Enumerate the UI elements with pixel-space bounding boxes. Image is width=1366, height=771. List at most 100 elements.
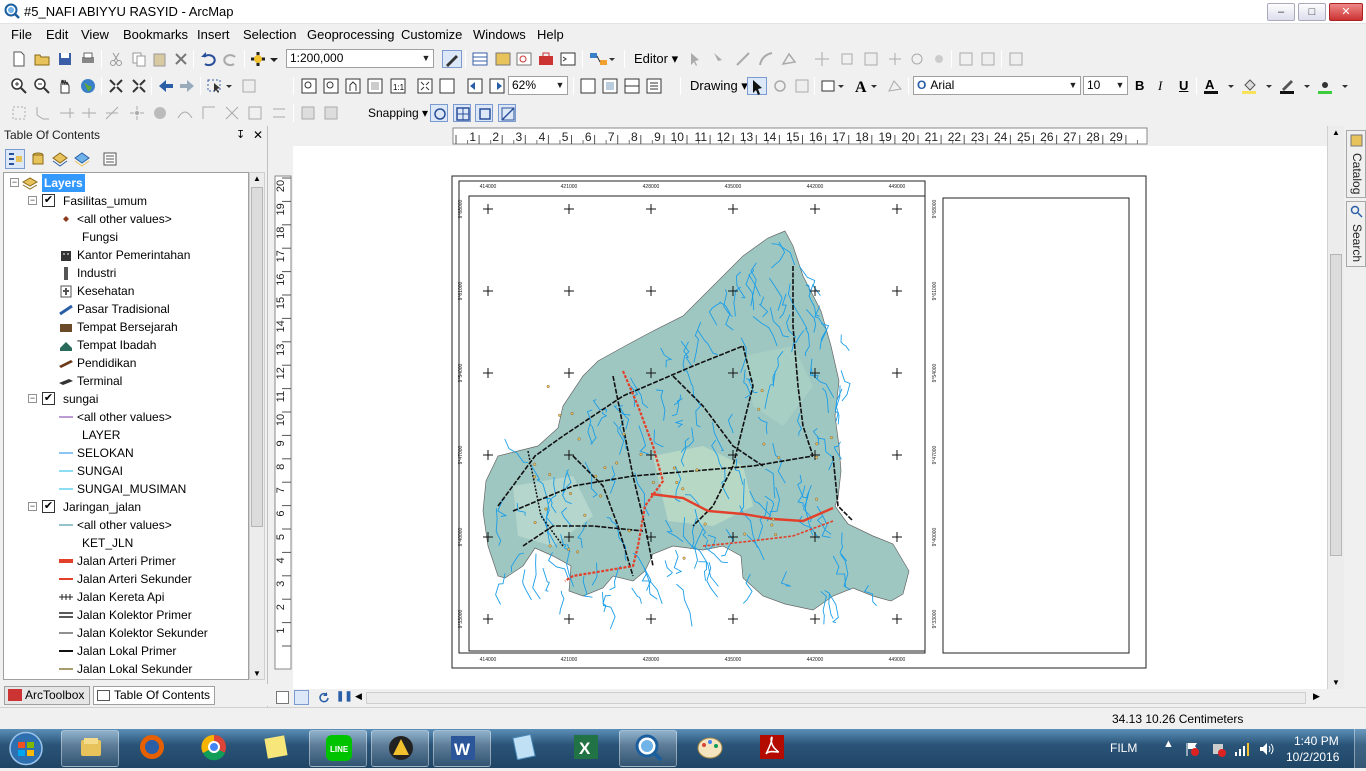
split-tool-icon[interactable] bbox=[813, 50, 831, 68]
editor-menu[interactable]: Editor ▾ bbox=[634, 51, 678, 67]
show-hidden-icons-icon[interactable]: ▲ bbox=[1163, 738, 1174, 750]
clock-time[interactable]: 1:40 PM bbox=[1294, 734, 1339, 748]
zoom-percent-combo[interactable]: 62% ▼ bbox=[508, 76, 568, 95]
cut-icon[interactable] bbox=[107, 50, 125, 68]
undo-icon[interactable] bbox=[199, 50, 217, 68]
toc-row[interactable]: Pendidikan bbox=[4, 354, 248, 372]
menu-customize[interactable]: Customize bbox=[401, 27, 462, 42]
toc-close-icon[interactable]: ✕ bbox=[253, 128, 263, 142]
point-snapping-icon[interactable] bbox=[430, 104, 448, 122]
clear-selection-icon[interactable] bbox=[240, 77, 258, 95]
fixed-zoom-in-layout-icon[interactable] bbox=[416, 77, 434, 95]
print-icon[interactable] bbox=[79, 50, 97, 68]
edit-annotation-icon[interactable] bbox=[709, 50, 727, 68]
menu-windows[interactable]: Windows bbox=[473, 27, 526, 42]
georeferencing-icon[interactable] bbox=[957, 50, 975, 68]
taskbar-app-explorer[interactable] bbox=[61, 730, 119, 767]
toc-row[interactable]: Industri bbox=[4, 264, 248, 282]
toc-row[interactable]: SUNGAI bbox=[4, 462, 248, 480]
data-driven-pages-icon[interactable] bbox=[645, 77, 663, 95]
toc-row[interactable]: Jalan Arteri Primer bbox=[4, 552, 248, 570]
zoom-selected-elements-icon[interactable] bbox=[793, 77, 811, 95]
collapse-toggle-icon[interactable]: − bbox=[28, 394, 37, 403]
generalize-icon[interactable] bbox=[151, 104, 169, 122]
scroll-down-icon[interactable]: ▼ bbox=[253, 669, 261, 678]
collapse-toggle-icon[interactable]: − bbox=[28, 502, 37, 511]
clock-date[interactable]: 10/2/2016 bbox=[1286, 750, 1339, 764]
layout-canvas[interactable]: 1 2 3 4 5 6 7 8 9 10 11 12 13 14 15 16 17 18 19 20 21 22 23 24 2… bbox=[273, 126, 1341, 689]
menu-file[interactable]: File bbox=[11, 27, 32, 42]
menu-view[interactable]: View bbox=[81, 27, 109, 42]
toc-row[interactable]: − ✔ sungai bbox=[4, 390, 248, 408]
scroll-up-icon[interactable]: ▲ bbox=[1332, 128, 1340, 137]
create-features-icon[interactable] bbox=[908, 50, 926, 68]
drawing-menu[interactable]: Drawing ▾ bbox=[690, 78, 748, 94]
toc-row[interactable]: Jalan Kereta Api bbox=[4, 588, 248, 606]
layer-visibility-checkbox[interactable]: ✔ bbox=[42, 500, 55, 513]
forward-arrow-icon[interactable] bbox=[178, 77, 196, 95]
bold-button[interactable]: B bbox=[1135, 78, 1144, 93]
toc-row[interactable]: − ✔ Jaringan_jalan bbox=[4, 498, 248, 516]
pan-hand-icon[interactable] bbox=[56, 77, 74, 95]
menu-help[interactable]: Help bbox=[537, 27, 564, 42]
copy-icon[interactable] bbox=[130, 50, 148, 68]
volume-icon[interactable] bbox=[1258, 741, 1274, 757]
open-folder-icon[interactable] bbox=[33, 50, 51, 68]
taskbar-app-chrome[interactable] bbox=[185, 730, 243, 767]
select-elements-icon[interactable] bbox=[747, 77, 767, 95]
line-color-icon[interactable] bbox=[1279, 77, 1313, 95]
edit-tool-icon[interactable] bbox=[686, 50, 704, 68]
extend-icon[interactable] bbox=[58, 104, 76, 122]
list-by-source-icon[interactable] bbox=[29, 150, 47, 168]
layout-view[interactable]: 1 2 3 4 5 6 7 8 9 10 11 12 13 14 15 16 17 18 19 20 21 22 23 24 2… bbox=[273, 126, 1341, 689]
smooth-icon[interactable] bbox=[176, 104, 194, 122]
layer-visibility-checkbox[interactable]: ✔ bbox=[42, 194, 55, 207]
align-edge-icon[interactable] bbox=[270, 104, 288, 122]
sketch-properties-icon[interactable] bbox=[886, 50, 904, 68]
tab-arctoolbox[interactable]: ArcToolbox bbox=[4, 686, 90, 705]
scroll-left-icon[interactable]: ◀ bbox=[355, 691, 362, 702]
paste-icon[interactable] bbox=[151, 50, 169, 68]
toc-row[interactable]: Kantor Pemerintahan bbox=[4, 246, 248, 264]
start-button[interactable] bbox=[2, 730, 50, 767]
taskbar-app-notepad[interactable] bbox=[495, 730, 553, 767]
taskbar-app-excel[interactable]: X bbox=[557, 730, 615, 767]
fixed-zoom-out-icon[interactable] bbox=[130, 77, 148, 95]
minimize-button[interactable]: – bbox=[1267, 3, 1295, 21]
layout-vertical-scrollbar[interactable]: ▲ ▼ bbox=[1327, 126, 1344, 689]
font-size-combo[interactable]: 10 ▼ bbox=[1083, 76, 1128, 95]
toc-row[interactable]: Jalan Lokal Sekunder bbox=[4, 660, 248, 678]
collapse-toggle-icon[interactable]: − bbox=[10, 178, 19, 187]
taskbar-app-sticky-notes[interactable] bbox=[247, 730, 305, 767]
edge-snapping-icon[interactable] bbox=[498, 104, 516, 122]
taskbar-app-firefox[interactable] bbox=[123, 730, 181, 767]
zoom-whole-page-icon[interactable] bbox=[366, 77, 384, 95]
search-window-icon[interactable] bbox=[515, 50, 533, 68]
save-icon[interactable] bbox=[56, 50, 74, 68]
scroll-right-icon[interactable]: ▶ bbox=[1313, 691, 1320, 702]
focus-data-frame-icon[interactable] bbox=[601, 77, 619, 95]
toc-row[interactable]: − Layers bbox=[4, 174, 248, 192]
toc-vertical-scrollbar[interactable]: ▲ ▼ bbox=[249, 172, 265, 680]
network-signal-icon[interactable] bbox=[1234, 741, 1250, 757]
rectangle-tool-icon[interactable] bbox=[820, 77, 846, 95]
toc-row[interactable]: <all other values> bbox=[4, 210, 248, 228]
language-indicator[interactable]: FILM bbox=[1110, 741, 1137, 755]
layout-zoom-in-icon[interactable] bbox=[300, 77, 318, 95]
table-icon[interactable] bbox=[471, 50, 489, 68]
scroll-thumb[interactable] bbox=[1330, 254, 1342, 556]
toc-row[interactable]: Fungsi bbox=[4, 228, 248, 246]
layout-pan-icon[interactable] bbox=[344, 77, 362, 95]
toc-row[interactable]: Jalan Arteri Sekunder bbox=[4, 570, 248, 588]
text-tool-icon[interactable]: A bbox=[854, 77, 880, 96]
layout-view-button[interactable] bbox=[294, 690, 309, 705]
toc-row[interactable]: Tempat Ibadah bbox=[4, 336, 248, 354]
data-view-button[interactable] bbox=[276, 691, 289, 704]
catalog-icon[interactable] bbox=[494, 50, 512, 68]
marker-color-icon[interactable] bbox=[1317, 77, 1351, 95]
taskbar-app-paint[interactable] bbox=[681, 730, 739, 767]
fill-color-icon[interactable] bbox=[1241, 77, 1275, 95]
editor-toolbar-icon[interactable] bbox=[442, 50, 462, 68]
fillet-icon[interactable] bbox=[34, 104, 52, 122]
taskbar-app-acrobat[interactable] bbox=[743, 730, 801, 767]
